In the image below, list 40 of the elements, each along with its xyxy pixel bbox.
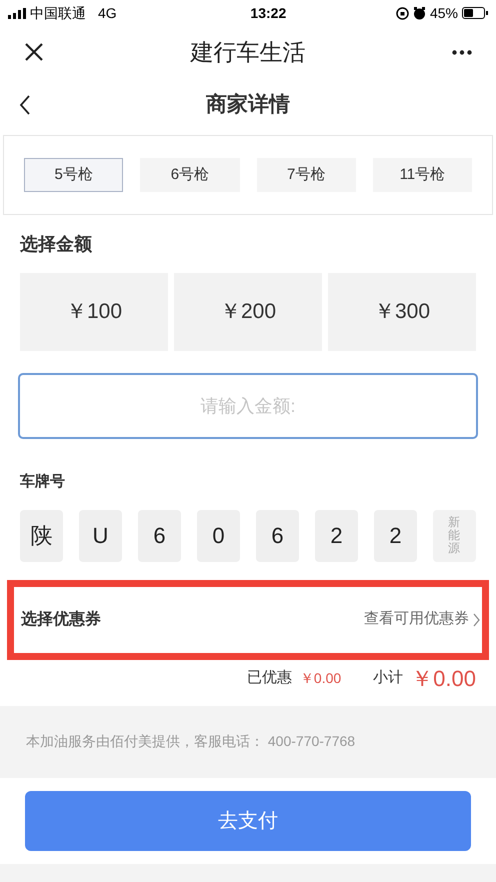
plate-cell[interactable]: 2	[374, 510, 417, 562]
plate-cell[interactable]: U	[79, 510, 122, 562]
plate-cell[interactable]: 0	[197, 510, 240, 562]
subtotal-amount: ￥0.00	[411, 665, 476, 693]
nozzle-option[interactable]: 5号枪	[24, 158, 124, 192]
amount-option[interactable]: ￥300	[328, 273, 476, 351]
carrier-name: 中国联通	[30, 4, 86, 22]
alarm-icon	[412, 6, 426, 20]
battery-icon	[462, 7, 488, 19]
discount-amount: ￥0.00	[300, 669, 342, 688]
service-notice: 本加油服务由佰付美提供，客服电话： 400-770-7768	[26, 732, 356, 751]
nozzle-option[interactable]: 6号枪	[140, 158, 240, 192]
section-title: 选择金额	[19, 233, 93, 256]
section-title: 车牌号	[19, 472, 66, 492]
app-title: 建行车生活	[190, 38, 306, 67]
amount-option[interactable]: ￥100	[20, 273, 168, 351]
status-time: 13:22	[250, 4, 286, 22]
pay-button[interactable]: 去支付	[25, 790, 471, 850]
subtotal-label: 小计	[373, 668, 404, 688]
signal-icon	[8, 8, 26, 18]
discount-label: 已优惠	[246, 668, 292, 688]
back-icon[interactable]	[19, 95, 31, 115]
battery-percent: 45%	[430, 4, 458, 22]
plate-cell[interactable]: 6	[138, 510, 181, 562]
coupon-link[interactable]: 查看可用优惠券	[364, 608, 469, 631]
plate-cell[interactable]: 陕	[20, 510, 63, 562]
rotation-lock-icon	[396, 6, 409, 20]
nozzle-option[interactable]: 7号枪	[256, 158, 356, 192]
page-title: 商家详情	[206, 92, 290, 118]
network-type: 4G	[98, 4, 117, 22]
plate-cell[interactable]: 2	[315, 510, 358, 562]
nozzle-option[interactable]: 11号枪	[372, 158, 472, 192]
coupon-label: 选择优惠券	[21, 610, 101, 630]
amount-option[interactable]: ￥200	[174, 273, 322, 351]
chevron-right-icon	[473, 612, 480, 626]
amount-input[interactable]: 请输入金额:	[18, 373, 478, 439]
coupon-row[interactable]: 选择优惠券 查看可用优惠券	[7, 580, 489, 660]
close-icon[interactable]	[24, 42, 44, 62]
plate-cell[interactable]: 6	[256, 510, 299, 562]
more-icon[interactable]	[452, 50, 472, 54]
